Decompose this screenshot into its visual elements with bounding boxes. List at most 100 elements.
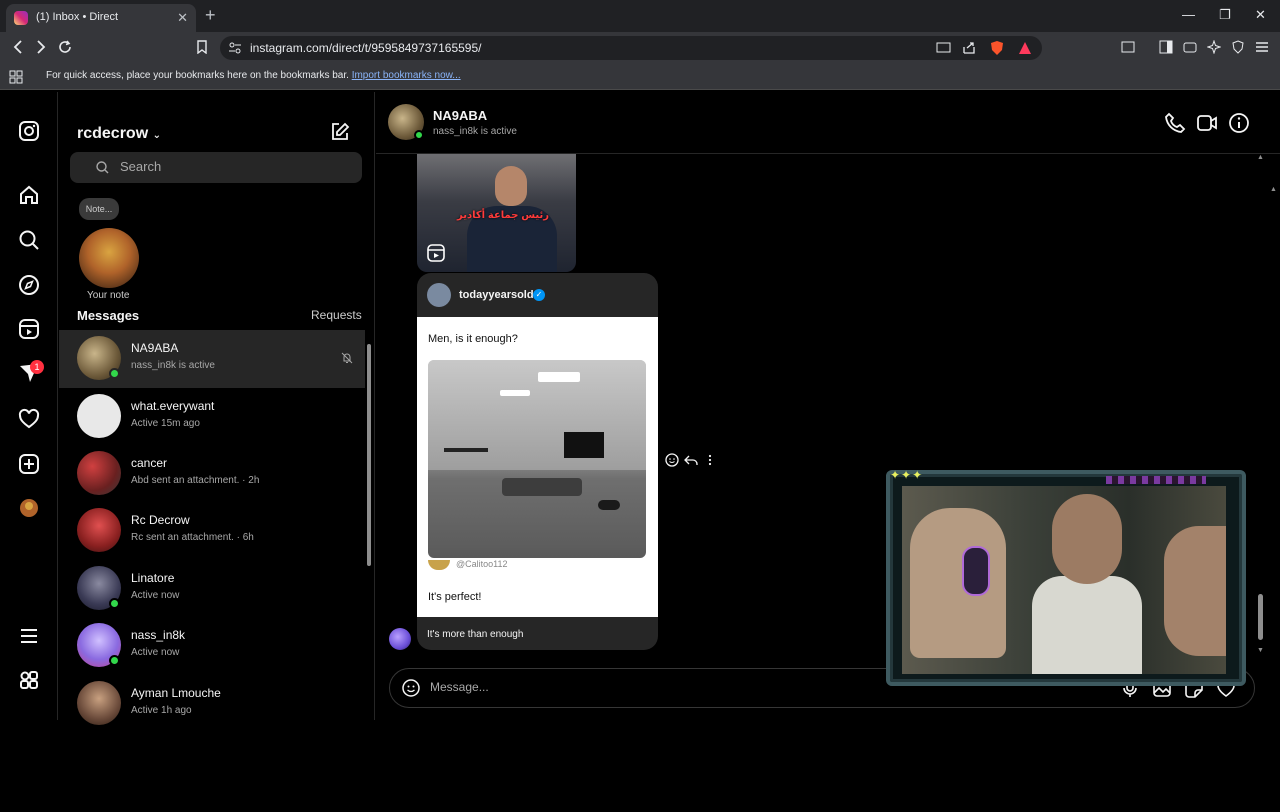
conversation-item[interactable]: what.everywant Active 15m ago [59,388,365,446]
conversation-info-icon[interactable] [1228,112,1250,134]
feed-person-head [1052,494,1122,584]
conversation-preview: Active now [131,590,180,601]
webcam-overlay: ✦✦✦ [886,468,1246,686]
chat-name[interactable]: NA9ABA [433,108,487,123]
apps-grid-icon[interactable] [9,70,23,84]
reload-icon[interactable] [58,40,72,54]
emoji-icon[interactable] [402,679,420,697]
explore-icon[interactable] [18,274,40,296]
tab-title: (1) Inbox • Direct [36,11,119,23]
conversation-item[interactable]: nass_in8k Active now [59,617,365,675]
note-bubble[interactable]: Note... [79,198,119,220]
frame-stripe-decoration [1106,476,1206,484]
scrollbar-thumb[interactable] [1258,594,1263,640]
notifications-heart-icon[interactable] [18,408,40,430]
muted-bell-icon [341,352,353,364]
menu-icon[interactable] [1255,40,1269,54]
conversation-preview: Active 15m ago [131,418,200,429]
tab-search-icon[interactable] [1121,40,1135,54]
shared-post-message[interactable]: todayyearsold ✓ Men, is it enough? @Cali… [417,273,658,650]
conversation-name: nass_in8k [131,628,186,642]
minimize-icon[interactable]: — [1182,7,1195,22]
post-author-avatar [427,283,451,307]
brave-shields-icon[interactable] [990,40,1004,56]
url-text: instagram.com/direct/t/9595849737165595/ [250,41,482,55]
close-tab-icon[interactable]: ✕ [177,10,188,26]
conversation-item[interactable]: Rc Decrow Rc sent an attachment. · 6h [59,502,365,560]
post-handle: @Calitoo112 [428,559,508,570]
reels-icon[interactable] [18,318,40,340]
home-icon[interactable] [18,184,40,206]
more-menu-icon[interactable] [18,625,40,647]
conversation-item[interactable]: NA9ABA nass_in8k is active [59,330,365,388]
new-tab-icon[interactable]: + [205,5,216,26]
handle-avatar [428,559,450,570]
requests-link[interactable]: Requests [311,308,362,322]
conversation-scrollbar[interactable] [365,334,373,718]
leo-ai-icon[interactable] [1207,40,1221,54]
image-ceiling-light [500,390,530,396]
address-bar[interactable]: instagram.com/direct/t/9595849737165595/ [220,36,1042,60]
page-scrollbar[interactable]: ▲ [1268,184,1280,812]
vpn-icon[interactable] [1231,40,1245,54]
post-content[interactable]: Men, is it enough? @Calitoo112 It's perf… [417,317,658,617]
conversation-avatar [77,508,121,552]
also-from-meta-icon[interactable] [18,669,40,691]
image-desk [444,448,488,452]
conversation-item[interactable]: Ayman Lmouche Active 1h ago [59,675,365,733]
import-bookmarks-link[interactable]: Import bookmarks now... [352,70,461,81]
post-author: todayyearsold [459,289,534,301]
video-call-icon[interactable] [1196,112,1218,134]
shared-reel-thumbnail[interactable]: رئيس جماعة أكادير [417,154,576,272]
conversation-name: what.everywant [131,399,215,413]
post-header[interactable]: todayyearsold ✓ [417,273,658,317]
browser-tab[interactable]: (1) Inbox • Direct ✕ [6,4,196,32]
profile-avatar-icon[interactable] [18,497,40,519]
search-field[interactable] [70,152,362,183]
scrollbar-thumb[interactable] [367,344,371,566]
reel-icon [427,244,445,262]
close-window-icon[interactable]: ✕ [1255,7,1266,23]
browser-toolbar: instagram.com/direct/t/9595849737165595/ [0,32,1280,64]
sidebar-toggle-icon[interactable] [1159,40,1173,54]
scroll-up-icon[interactable]: ▲ [1270,186,1277,193]
scroll-up-icon[interactable]: ▲ [1257,154,1264,161]
share-icon[interactable] [962,41,976,55]
conversation-name: cancer [131,456,168,470]
forward-icon[interactable] [35,40,47,54]
conversation-name: Rc Decrow [131,513,190,527]
messages-header: Messages [77,308,140,323]
post-image [428,360,646,558]
account-switcher[interactable]: rcdecrow ⌄ [77,125,161,143]
maximize-icon[interactable]: ❐ [1219,7,1231,23]
reply-icon[interactable] [684,453,698,467]
wallet-icon[interactable] [1183,40,1197,54]
inbox-sidebar: rcdecrow ⌄ Note... Your note Messages Re… [59,92,375,725]
sender-avatar[interactable] [389,628,411,650]
scroll-down-icon[interactable]: ▼ [1257,647,1264,654]
create-icon[interactable] [18,453,40,475]
chat-scrollbar[interactable]: ▲ ▼ [1256,154,1266,656]
instagram-logo-icon[interactable] [18,120,40,142]
more-options-icon[interactable] [703,453,717,467]
cast-icon[interactable] [936,41,952,55]
react-emoji-icon[interactable] [665,453,679,467]
feed-person-left [910,508,1006,658]
search-icon[interactable] [18,229,40,251]
conversation-item[interactable]: cancer Abd sent an attachment. · 2h [59,445,365,503]
feed-person-right [1164,526,1226,656]
image-ceiling-light [538,372,580,382]
search-input[interactable] [120,159,340,174]
chat-status: nass_in8k is active [433,126,517,137]
audio-call-icon[interactable] [1164,112,1186,134]
back-icon[interactable] [12,40,24,54]
conversation-preview: Rc sent an attachment. · 6h [131,532,254,543]
site-settings-icon[interactable] [228,41,242,55]
bookmark-icon[interactable] [196,40,208,54]
conversation-item[interactable]: Linatore Active now [59,560,365,618]
conversation-avatar [77,394,121,438]
message-input[interactable] [430,680,910,694]
new-message-icon[interactable] [330,122,350,142]
brave-rewards-icon[interactable] [1018,41,1032,55]
bookmarks-bar: For quick access, place your bookmarks h… [0,64,1280,90]
